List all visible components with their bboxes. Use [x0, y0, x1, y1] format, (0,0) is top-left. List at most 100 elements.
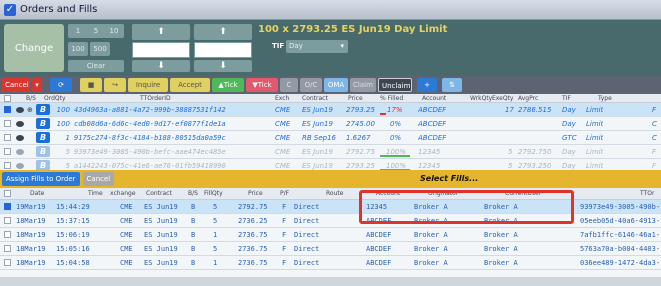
- col-date[interactable]: Date: [30, 188, 44, 200]
- fill-pf: F: [282, 231, 287, 239]
- price-up-arrow-icon[interactable]: ⬆: [194, 24, 252, 40]
- row-checkbox[interactable]: [4, 231, 11, 238]
- inquire-button[interactable]: Inquire: [128, 78, 168, 92]
- oma-button[interactable]: OMA: [324, 78, 348, 92]
- row-checkbox[interactable]: [4, 245, 11, 252]
- price-input[interactable]: [194, 42, 252, 58]
- select-all-checkbox[interactable]: [4, 95, 11, 102]
- exe-qty: 17: [505, 106, 514, 114]
- overflow: F: [652, 106, 657, 114]
- col-originator[interactable]: Originator: [428, 188, 458, 200]
- col-ttor[interactable]: TTOr: [640, 188, 654, 200]
- tif: Day: [562, 106, 576, 114]
- cancel-dropdown-icon[interactable]: ▾: [32, 78, 42, 92]
- qty-5-button[interactable]: 5: [86, 24, 106, 38]
- col-fill-price[interactable]: Price: [248, 188, 263, 200]
- oc-button[interactable]: O/C: [300, 78, 322, 92]
- col-type[interactable]: Type: [598, 94, 612, 103]
- redo-icon[interactable]: ↪: [104, 78, 126, 92]
- fill-row[interactable]: 19Mar19 15:44:29 CME ES Jun19 B 5 2792.7…: [0, 200, 661, 214]
- row-checkbox[interactable]: [4, 120, 11, 127]
- col-fill-bs[interactable]: B/S: [188, 188, 198, 200]
- fill-qty: 5: [213, 203, 218, 211]
- fill-contract: ES Jun19: [144, 231, 178, 239]
- order-row[interactable]: B 5 93973e49-3005-490b-befc-aae474ec485e…: [0, 145, 661, 159]
- col-ordqty[interactable]: OrdQty: [44, 94, 66, 103]
- sort-icon[interactable]: ⇅: [442, 78, 462, 92]
- col-fillqty[interactable]: FillQty: [204, 188, 223, 200]
- col-fill-account[interactable]: Account: [376, 188, 400, 200]
- row-checkbox[interactable]: [4, 134, 11, 141]
- contract: ES Jun19: [302, 162, 333, 170]
- select-all-fills-checkbox[interactable]: [4, 190, 11, 197]
- col-exeqty[interactable]: ExeQty: [492, 94, 513, 103]
- fill-time: 15:37:15: [56, 217, 90, 225]
- col-exch[interactable]: Exch: [275, 94, 289, 103]
- tif-select[interactable]: Day ▾: [286, 40, 348, 53]
- col-fill-contract[interactable]: Contract: [146, 188, 172, 200]
- accept-button[interactable]: Accept: [170, 78, 210, 92]
- qty-500-button[interactable]: 500: [90, 42, 110, 56]
- col-exchange[interactable]: xchange: [110, 188, 136, 200]
- row-checkbox[interactable]: [4, 162, 11, 169]
- row-checkbox[interactable]: [4, 106, 11, 113]
- col-route[interactable]: Route: [326, 188, 343, 200]
- unclaim-button[interactable]: Unclaim: [378, 78, 412, 92]
- fill-row[interactable]: 18Mar19 15:04:58 CME ES Jun19 B 1 2736.7…: [0, 256, 661, 270]
- stop-icon[interactable]: ■: [80, 78, 102, 92]
- order-row[interactable]: B 1 9175c274-8f3c-4184-b188-80515da0a59c…: [0, 131, 661, 145]
- price-down-arrow-icon[interactable]: ⬇: [194, 60, 252, 72]
- eye-icon[interactable]: [16, 135, 24, 141]
- assign-fills-button[interactable]: Assign Fills to Order: [2, 172, 80, 186]
- col-avgprc[interactable]: AvgPrc: [518, 94, 538, 103]
- orders-header: B/S OrdQty TTOrderID Exch Contract Price…: [0, 94, 661, 103]
- eye-icon[interactable]: [16, 163, 24, 169]
- order-row[interactable]: ⊕ B 100 43d4963a-a881-4a72-999b-38887531…: [0, 103, 661, 117]
- col-price[interactable]: Price: [348, 94, 363, 103]
- refresh-icon[interactable]: ⟳: [50, 78, 72, 92]
- qty-1-button[interactable]: 1: [68, 24, 88, 38]
- qty-10-button[interactable]: 10: [104, 24, 124, 38]
- account: ABCDEF: [418, 120, 447, 128]
- row-checkbox[interactable]: [4, 148, 11, 155]
- add-icon[interactable]: +: [417, 78, 437, 92]
- col-wrkqty[interactable]: WrkQty: [470, 94, 492, 103]
- col-filled[interactable]: % Filled: [380, 94, 403, 103]
- fill-ttor: 93973e49-3005-490b-: [580, 203, 661, 211]
- row-checkbox[interactable]: [4, 203, 11, 210]
- row-checkbox[interactable]: [4, 259, 11, 266]
- eye-icon[interactable]: [16, 149, 24, 155]
- cancel-order-button[interactable]: Cancel: [2, 78, 30, 92]
- col-tif[interactable]: TIF: [562, 94, 571, 103]
- fill-contract: ES Jun19: [144, 245, 178, 253]
- qty-100-button[interactable]: 100: [68, 42, 88, 56]
- checkmark-icon: ✓: [4, 3, 16, 16]
- quantity-input[interactable]: [132, 42, 190, 58]
- overflow: F: [652, 162, 657, 170]
- col-account[interactable]: Account: [422, 94, 446, 103]
- col-bs[interactable]: B/S: [26, 94, 36, 103]
- claim-button[interactable]: Claim: [350, 78, 376, 92]
- expand-icon[interactable]: ⊕: [27, 103, 33, 117]
- order-row[interactable]: B 5 a1442243-075c-41e6-ae76-01fb59418990…: [0, 159, 661, 170]
- clear-button[interactable]: Clear: [68, 60, 124, 72]
- qty-down-arrow-icon[interactable]: ⬇: [132, 60, 190, 72]
- cancel-assign-button[interactable]: Cancel: [82, 172, 115, 186]
- fill-row[interactable]: 18Mar19 15:05:16 CME ES Jun19 B 5 2736.7…: [0, 242, 661, 256]
- row-checkbox[interactable]: [4, 217, 11, 224]
- fill-row[interactable]: 18Mar19 15:37:15 CME ES Jun19 B 5 2736.2…: [0, 214, 661, 228]
- change-button[interactable]: Change: [4, 24, 64, 72]
- down-tick-button[interactable]: ▼Tick: [246, 78, 278, 92]
- up-tick-button[interactable]: ▲Tick: [212, 78, 244, 92]
- eye-icon[interactable]: [16, 121, 24, 127]
- col-currentuser[interactable]: CurrentUser: [505, 188, 541, 200]
- col-contract[interactable]: Contract: [302, 94, 328, 103]
- c-button[interactable]: C: [280, 78, 298, 92]
- col-time[interactable]: Time: [88, 188, 103, 200]
- fill-row[interactable]: 18Mar19 15:06:19 CME ES Jun19 B 1 2736.7…: [0, 228, 661, 242]
- eye-icon[interactable]: [16, 107, 24, 113]
- col-pf[interactable]: P/F: [280, 188, 289, 200]
- col-ttorderid[interactable]: TTOrderID: [140, 94, 171, 103]
- qty-up-arrow-icon[interactable]: ⬆: [132, 24, 190, 40]
- order-row[interactable]: B 100 cdb08d6a-6d6c-4ed0-9d17-ef0877f1de…: [0, 117, 661, 131]
